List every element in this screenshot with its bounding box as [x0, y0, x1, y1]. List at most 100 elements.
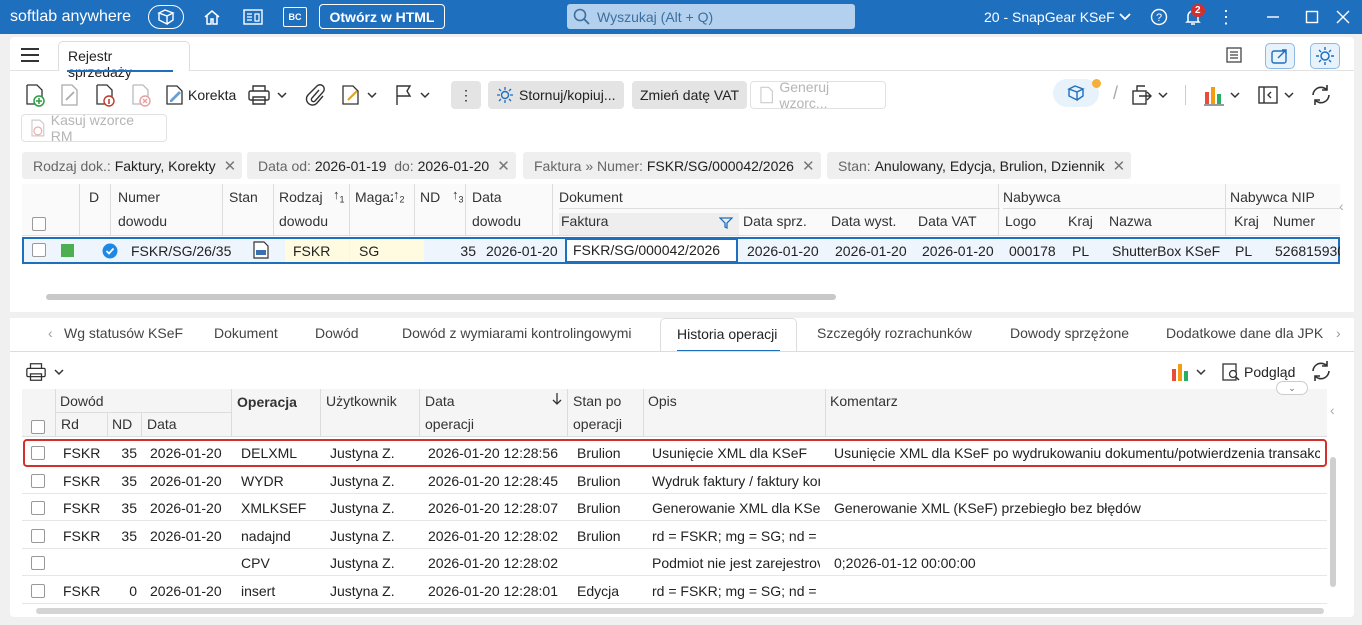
history-refresh-icon[interactable]	[1309, 359, 1333, 386]
tab-statusy-ksef[interactable]: Wg statusów KSeF	[64, 325, 183, 341]
tab-dokument[interactable]: Dokument	[214, 325, 278, 341]
company-selector[interactable]: 20 - SnapGear KSeF	[984, 9, 1115, 25]
tabs-scroll-left-icon[interactable]: ‹	[48, 325, 53, 341]
header-data-vat[interactable]: Data VAT	[918, 213, 977, 229]
tab-dodatkowe-jpk[interactable]: Dodatkowe dane dla JPK	[1166, 325, 1323, 341]
sort-asc-icon[interactable]: ↑1	[333, 187, 345, 205]
header-logo[interactable]: Logo	[1005, 213, 1036, 229]
header-magaz[interactable]: Magaz	[355, 189, 393, 205]
header-data-sprz[interactable]: Data sprz.	[743, 213, 807, 229]
scroll-left-icon[interactable]: ‹	[1339, 198, 1344, 214]
row-checkbox[interactable]	[31, 528, 45, 543]
cell-faktura[interactable]: FSKR/SG/000042/2026	[565, 238, 738, 263]
document-info-icon[interactable]	[94, 81, 116, 109]
sort-asc-icon[interactable]: ↑3	[452, 187, 464, 205]
header-rodzaj[interactable]: Rodzaj	[279, 189, 323, 205]
close-icon[interactable]	[1334, 5, 1352, 29]
chip-close-icon[interactable]: ✕	[224, 157, 237, 175]
filter-chip-faktura[interactable]: Faktura » Numer: FSKR/SG/000042/2026 ✕	[523, 152, 821, 179]
print-button[interactable]	[247, 81, 287, 109]
horizontal-scrollbar[interactable]	[46, 294, 836, 300]
refresh-icon[interactable]	[1309, 81, 1333, 109]
filter-chip-rodzaj[interactable]: Rodzaj dok.: Faktury, Korekty ✕	[22, 152, 243, 179]
share-icon[interactable]	[1265, 43, 1295, 69]
korekta-button[interactable]: Korekta	[164, 81, 236, 109]
header-operacja[interactable]: Operacja	[237, 394, 297, 410]
header-stan-po[interactable]: Stan po	[573, 393, 621, 409]
tab-historia-operacji[interactable]: Historia operacji	[660, 318, 797, 352]
more-vert-icon[interactable]: ⋮	[1217, 5, 1235, 29]
header-data-operacji[interactable]: Data	[425, 393, 455, 409]
header-data[interactable]: Data	[472, 189, 502, 205]
workspace-switch-icon[interactable]	[1053, 79, 1101, 107]
minimize-icon[interactable]	[1264, 5, 1282, 29]
filter-chip-stan[interactable]: Stan: Anulowany, Edycja, Brulion, Dzienn…	[827, 152, 1132, 179]
open-html-button[interactable]: Otwórz w HTML	[319, 4, 445, 29]
header-opis[interactable]: Opis	[648, 393, 677, 409]
stornuj-button[interactable]: Stornuj/kopiuj...	[488, 81, 624, 109]
search-input[interactable]: Wyszukaj (Alt + Q)	[567, 4, 855, 29]
header-faktura[interactable]: Faktura	[559, 213, 739, 235]
layout-button[interactable]	[1257, 81, 1294, 109]
history-vertical-scrollbar[interactable]	[1330, 457, 1336, 587]
help-icon[interactable]: ?	[1148, 5, 1170, 29]
row-checkbox[interactable]	[32, 243, 46, 257]
tab-dowody-sprzezone[interactable]: Dowody sprzężone	[1010, 325, 1129, 341]
header-nd[interactable]: ND	[112, 416, 132, 432]
export-button[interactable]	[1131, 81, 1168, 109]
podglad-button[interactable]: Podgląd	[1221, 362, 1295, 382]
chip-close-icon[interactable]: ✕	[802, 157, 815, 175]
zmien-date-vat-button[interactable]: Zmień datę VAT	[632, 81, 748, 109]
header-nip-kraj[interactable]: Kraj	[1234, 213, 1259, 229]
new-document-icon[interactable]	[24, 81, 46, 109]
history-print-button[interactable]	[25, 361, 64, 383]
chevron-down-icon[interactable]	[1117, 5, 1133, 29]
header-nip-numer[interactable]: Numer	[1273, 213, 1315, 229]
theme-icon[interactable]	[1310, 43, 1340, 69]
tab-dowod[interactable]: Dowód	[315, 325, 359, 341]
header-komentarz[interactable]: Komentarz	[830, 393, 898, 409]
list-settings-icon[interactable]	[1225, 46, 1245, 67]
header-rd[interactable]: Rd	[61, 416, 79, 432]
row-checkbox[interactable]	[31, 501, 45, 515]
filter-funnel-icon[interactable]	[719, 216, 733, 233]
header-numer[interactable]: Numer	[118, 189, 160, 205]
tabs-scroll-right-icon[interactable]: ›	[1336, 325, 1341, 341]
select-all-checkbox[interactable]	[32, 217, 46, 231]
row-checkbox[interactable]	[31, 556, 45, 570]
header-stan[interactable]: Stan	[229, 189, 258, 205]
more-actions-icon[interactable]: ⋮	[451, 81, 481, 109]
document-status-button[interactable]	[340, 81, 377, 109]
row-checkbox[interactable]	[31, 473, 45, 488]
workspace-icon[interactable]	[148, 5, 184, 29]
hamburger-menu-icon[interactable]	[20, 47, 40, 66]
header-data-wyst[interactable]: Data wyst.	[831, 213, 896, 229]
header-data[interactable]: Data	[147, 416, 177, 432]
header-nd[interactable]: ND	[420, 189, 440, 205]
document-list-icon[interactable]	[242, 5, 264, 29]
header-uzytkownik[interactable]: Użytkownik	[326, 393, 397, 409]
chip-close-icon[interactable]: ✕	[1113, 157, 1126, 175]
select-all-history-checkbox[interactable]	[31, 420, 45, 434]
filter-chip-data[interactable]: Data od: 2026-01-19 do: 2026-01-20 ✕	[247, 152, 516, 179]
history-scroll-left-icon[interactable]: ‹	[1330, 402, 1335, 418]
chart-button[interactable]	[1203, 81, 1240, 109]
sort-asc-icon[interactable]: ↑2	[393, 187, 405, 205]
tab-szczegoly-rozrachunkow[interactable]: Szczegóły rozrachunków	[817, 325, 972, 341]
maximize-icon[interactable]	[1303, 5, 1321, 29]
header-nazwa[interactable]: Nazwa	[1109, 213, 1152, 229]
history-horizontal-scrollbar[interactable]	[36, 608, 1324, 614]
chip-close-icon[interactable]: ✕	[497, 157, 510, 175]
history-chart-button[interactable]	[1170, 361, 1206, 383]
row-checkbox[interactable]	[31, 583, 45, 598]
home-icon[interactable]	[201, 5, 223, 29]
header-kraj[interactable]: Kraj	[1068, 213, 1093, 229]
header-d[interactable]: D	[89, 189, 99, 205]
collapse-chevron-icon[interactable]: ⌄	[1276, 381, 1308, 395]
sort-desc-icon[interactable]	[551, 392, 563, 409]
tab-rejestr-sprzedazy[interactable]: Rejestr sprzedaży	[58, 41, 190, 80]
paperclip-icon[interactable]	[305, 81, 325, 109]
tab-dowod-wymiary[interactable]: Dowód z wymiarami kontrolingowymi	[402, 325, 632, 341]
bc-icon[interactable]: BC	[283, 7, 307, 27]
flag-button[interactable]	[394, 81, 430, 109]
